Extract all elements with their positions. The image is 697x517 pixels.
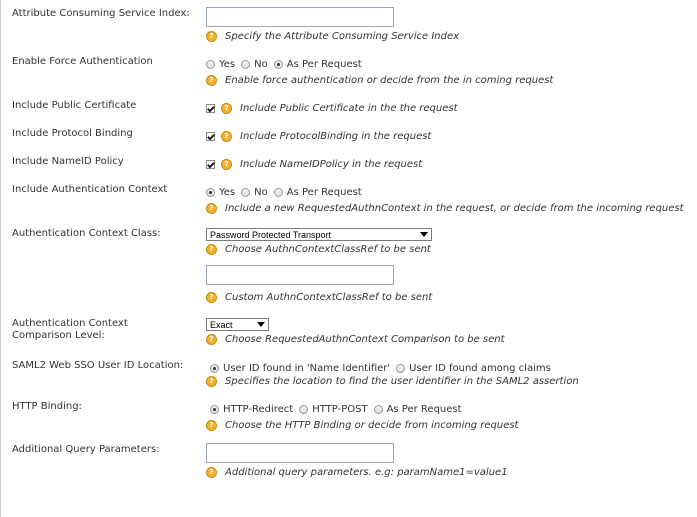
http-binding-radio-group: HTTP-Redirect HTTP-POST As Per Request xyxy=(210,403,468,416)
http-binding-hint-text: Choose the HTTP Binding or decide from i… xyxy=(225,420,519,431)
acs-index-label: Attribute Consuming Service Index: xyxy=(12,8,190,19)
help-icon: ? xyxy=(206,31,217,42)
auth-context-per-request-label: As Per Request xyxy=(286,187,362,198)
chevron-down-icon xyxy=(420,232,428,237)
user-id-location-hint: ? Specifies the location to find the use… xyxy=(206,375,579,388)
nameid-policy-checkbox[interactable] xyxy=(206,160,215,169)
query-params-input[interactable] xyxy=(206,443,394,463)
http-per-request-label: As Per Request xyxy=(386,404,462,415)
user-id-claims-label: User ID found among claims xyxy=(409,363,551,374)
nameid-policy-row: ? Include NameIDPolicy in the request xyxy=(206,158,422,171)
auth-context-no-label: No xyxy=(254,187,268,198)
help-icon: ? xyxy=(206,376,217,387)
public-cert-checkbox[interactable] xyxy=(206,104,215,113)
help-icon: ? xyxy=(206,203,217,214)
help-icon: ? xyxy=(206,467,217,478)
help-icon: ? xyxy=(221,159,232,170)
public-cert-row: ? Include Public Certificate in the the … xyxy=(206,102,458,115)
user-id-name-identifier-radio[interactable] xyxy=(210,364,219,373)
auth-context-class-hint: ? Choose AuthnContextClassRef to be sent xyxy=(206,243,431,256)
auth-context-per-request-radio[interactable] xyxy=(273,188,283,197)
auth-context-label: Include Authentication Context xyxy=(12,184,168,195)
force-auth-no-label: No xyxy=(254,59,268,70)
help-icon: ? xyxy=(221,103,232,114)
comparison-level-selected: Exact xyxy=(210,319,233,330)
custom-authn-context-hint: ? Custom AuthnContextClassRef to be sent xyxy=(206,291,432,304)
force-auth-radio-group: Yes No As Per Request xyxy=(206,58,368,71)
auth-context-class-label: Authentication Context Class: xyxy=(12,228,161,239)
force-auth-hint-text: Enable force authentication or decide fr… xyxy=(225,75,554,86)
comparison-level-label: Authentication Context Comparison Level: xyxy=(12,318,128,341)
comparison-level-hint-text: Choose RequestedAuthnContext Comparison … xyxy=(225,334,505,345)
http-per-request-radio[interactable] xyxy=(373,405,383,414)
auth-context-class-selected: Password Protected Transport xyxy=(210,229,332,240)
user-id-location-radio-group: User ID found in 'Name Identifier' User … xyxy=(210,362,557,375)
help-icon: ? xyxy=(206,244,217,255)
auth-context-class-hint-text: Choose AuthnContextClassRef to be sent xyxy=(225,244,431,255)
nameid-policy-hint: Include NameIDPolicy in the request xyxy=(240,159,423,170)
query-params-label: Additional Query Parameters: xyxy=(12,444,160,455)
protocol-binding-checkbox[interactable] xyxy=(206,132,215,141)
nameid-policy-label: Include NameID Policy xyxy=(12,156,124,167)
custom-authn-context-input[interactable] xyxy=(206,265,394,285)
protocol-binding-row: ? Include ProtocolBinding in the request xyxy=(206,130,431,143)
force-auth-hint: ? Enable force authentication or decide … xyxy=(206,74,553,87)
auth-context-hint-text: Include a new RequestedAuthnContext in t… xyxy=(225,203,684,214)
custom-authn-context-hint-text: Custom AuthnContextClassRef to be sent xyxy=(225,292,433,303)
user-id-claims-radio[interactable] xyxy=(396,364,406,373)
force-auth-yes-label: Yes xyxy=(219,59,236,70)
force-auth-yes-radio[interactable] xyxy=(206,60,215,69)
force-auth-per-request-label: As Per Request xyxy=(286,59,362,70)
help-icon: ? xyxy=(206,292,217,303)
http-redirect-radio[interactable] xyxy=(210,405,219,414)
public-cert-hint: Include Public Certificate in the the re… xyxy=(240,103,458,114)
protocol-binding-label: Include Protocol Binding xyxy=(12,128,133,139)
help-icon: ? xyxy=(206,420,217,431)
auth-context-hint: ? Include a new RequestedAuthnContext in… xyxy=(206,202,684,215)
help-icon: ? xyxy=(221,131,232,142)
protocol-binding-hint: Include ProtocolBinding in the request xyxy=(240,131,432,142)
http-binding-label: HTTP Binding: xyxy=(12,401,82,412)
comparison-level-select[interactable]: Exact xyxy=(206,318,269,331)
http-post-radio[interactable] xyxy=(299,405,309,414)
acs-index-input[interactable] xyxy=(206,7,394,27)
http-redirect-label: HTTP-Redirect xyxy=(223,404,294,415)
http-post-label: HTTP-POST xyxy=(312,404,368,415)
force-auth-label: Enable Force Authentication xyxy=(12,56,153,67)
auth-context-yes-radio[interactable] xyxy=(206,188,215,197)
chevron-down-icon xyxy=(257,322,265,327)
comparison-level-hint: ? Choose RequestedAuthnContext Compariso… xyxy=(206,333,505,346)
acs-index-hint: ? Specify the Attribute Consuming Servic… xyxy=(206,30,459,43)
http-binding-hint: ? Choose the HTTP Binding or decide from… xyxy=(206,419,518,432)
user-id-location-hint-text: Specifies the location to find the user … xyxy=(225,376,579,387)
auth-context-no-radio[interactable] xyxy=(241,188,251,197)
public-cert-label: Include Public Certificate xyxy=(12,100,137,111)
acs-index-hint-text: Specify the Attribute Consuming Service … xyxy=(225,31,460,42)
auth-context-radio-group: Yes No As Per Request xyxy=(206,186,368,199)
help-icon: ? xyxy=(206,75,217,86)
auth-context-yes-label: Yes xyxy=(219,187,236,198)
left-border xyxy=(0,0,1,517)
query-params-hint-text: Additional query parameters. e.g: paramN… xyxy=(225,467,508,478)
auth-context-class-select[interactable]: Password Protected Transport xyxy=(206,228,432,241)
query-params-hint: ? Additional query parameters. e.g: para… xyxy=(206,466,508,479)
user-id-name-identifier-label: User ID found in 'Name Identifier' xyxy=(223,363,391,374)
force-auth-per-request-radio[interactable] xyxy=(273,60,283,69)
force-auth-no-radio[interactable] xyxy=(241,60,251,69)
help-icon: ? xyxy=(206,334,217,345)
user-id-location-label: SAML2 Web SSO User ID Location: xyxy=(12,360,184,371)
